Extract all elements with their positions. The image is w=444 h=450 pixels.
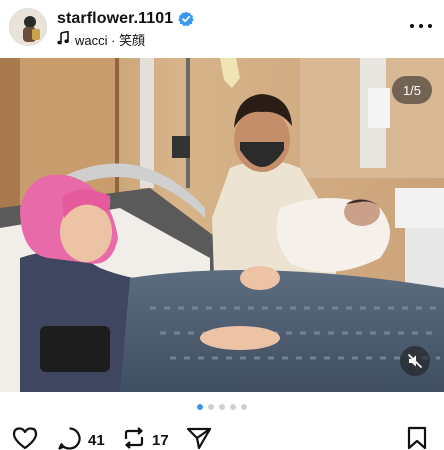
username[interactable]: starflower.1101 (57, 10, 173, 28)
more-options-icon[interactable] (410, 16, 432, 36)
music-note-icon (57, 30, 69, 48)
post-photo[interactable]: 1/5 (0, 58, 444, 392)
like-button[interactable] (12, 426, 38, 450)
share-button[interactable] (186, 426, 212, 450)
audio-attribution[interactable]: wacci · 笑顔 (57, 30, 145, 48)
share-icon (186, 426, 212, 450)
carousel-dots (0, 404, 444, 414)
hospital-photo-image (0, 58, 444, 392)
carousel-counter: 1/5 (392, 76, 432, 104)
reposts-count: 17 (152, 431, 169, 449)
comment-icon (57, 426, 82, 450)
repost-button[interactable]: 17 (122, 426, 169, 450)
post-header: starflower.1101 wacci · 笑顔 (0, 0, 444, 58)
bookmark-icon (406, 426, 428, 450)
carousel-dot[interactable] (230, 404, 236, 410)
username-row: starflower.1101 (57, 9, 195, 29)
carousel-dot[interactable] (241, 404, 247, 410)
repost-icon (122, 426, 146, 450)
comments-count: 41 (88, 432, 105, 449)
mute-icon[interactable] (400, 346, 430, 376)
comment-button[interactable]: 41 (57, 426, 105, 450)
carousel-dot[interactable] (197, 404, 203, 410)
carousel-dot[interactable] (208, 404, 214, 410)
heart-icon (12, 426, 38, 450)
audio-label: wacci · 笑顔 (75, 32, 146, 48)
save-button[interactable] (406, 426, 428, 450)
carousel-dot[interactable] (219, 404, 225, 410)
avatar[interactable] (9, 8, 47, 46)
action-bar: 41 17 (0, 424, 444, 450)
avatar-image (10, 9, 46, 45)
verified-badge-icon (178, 11, 195, 27)
